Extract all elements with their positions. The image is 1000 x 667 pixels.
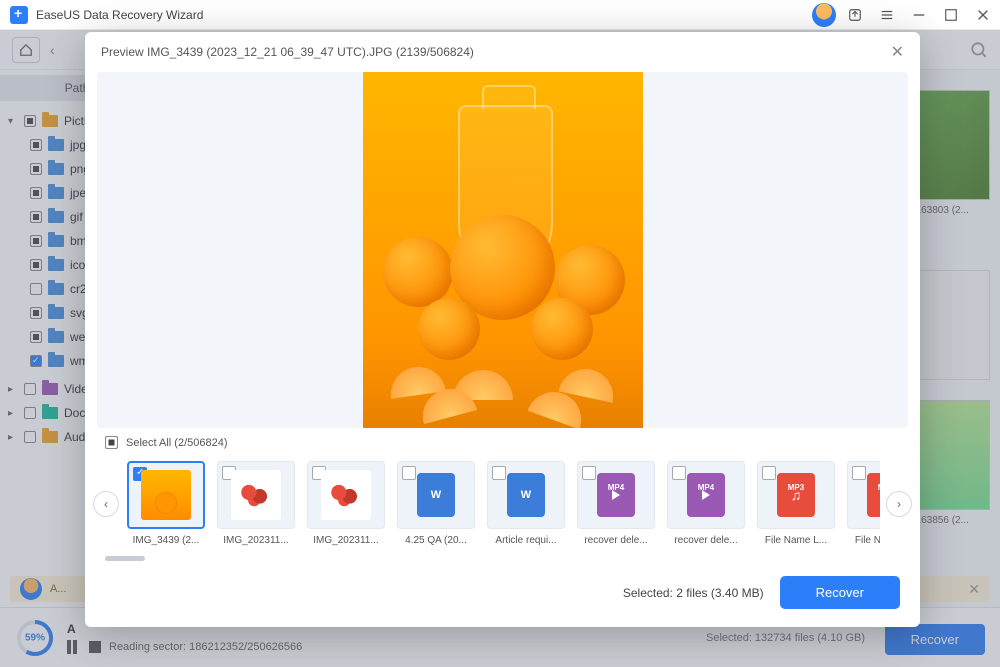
share-icon[interactable] — [848, 8, 862, 22]
modal-close-icon[interactable]: ✕ — [891, 42, 904, 62]
selected-count-label: Selected: 2 files (3.40 MB) — [623, 586, 764, 600]
titlebar: EaseUS Data Recovery Wizard — [0, 0, 1000, 30]
preview-canvas — [97, 72, 908, 428]
preview-thumb[interactable]: MP3♫ File Name L... — [847, 461, 880, 546]
preview-thumb[interactable]: W 4.25 QA (20... — [397, 461, 475, 546]
thumb-label: 4.25 QA (20... — [397, 535, 475, 546]
thumb-checkbox[interactable] — [852, 466, 866, 480]
preview-thumb[interactable]: IMG_3439 (2... — [127, 461, 205, 546]
preview-image — [363, 72, 643, 428]
preview-thumb[interactable]: W Article requi... — [487, 461, 565, 546]
recover-button[interactable]: Recover — [780, 576, 900, 609]
thumb-checkbox[interactable] — [492, 466, 506, 480]
minimize-icon[interactable] — [912, 8, 926, 22]
preview-title: Preview IMG_3439 (2023_12_21 06_39_47 UT… — [101, 45, 474, 59]
thumb-label: recover dele... — [577, 535, 655, 546]
thumb-checkbox[interactable] — [582, 466, 596, 480]
preview-thumb[interactable]: IMG_202311... — [217, 461, 295, 546]
app-logo-icon — [10, 6, 28, 24]
thumb-label: Article requi... — [487, 535, 565, 546]
preview-modal: Preview IMG_3439 (2023_12_21 06_39_47 UT… — [85, 32, 920, 627]
thumb-checkbox[interactable] — [402, 466, 416, 480]
preview-thumb[interactable]: MP4 recover dele... — [667, 461, 745, 546]
thumb-label: File Name L... — [847, 535, 880, 546]
thumb-checkbox[interactable] — [672, 466, 686, 480]
thumb-label: File Name L... — [757, 535, 835, 546]
thumb-label: IMG_202311... — [307, 535, 385, 546]
menu-icon[interactable] — [880, 8, 894, 22]
select-all-checkbox[interactable] — [105, 436, 118, 449]
thumb-label: IMG_202311... — [217, 535, 295, 546]
thumb-label: IMG_3439 (2... — [127, 535, 205, 546]
account-avatar-icon[interactable] — [812, 3, 836, 27]
maximize-icon[interactable] — [944, 8, 958, 22]
thumbs-prev-button[interactable]: ‹ — [93, 491, 119, 517]
thumb-checkbox[interactable] — [762, 466, 776, 480]
thumbs-next-button[interactable]: › — [886, 491, 912, 517]
preview-thumb[interactable]: MP4 recover dele... — [577, 461, 655, 546]
thumb-label: recover dele... — [667, 535, 745, 546]
preview-thumb[interactable]: MP3♫ File Name L... — [757, 461, 835, 546]
close-icon[interactable] — [976, 8, 990, 22]
app-title: EaseUS Data Recovery Wizard — [36, 8, 203, 22]
select-all-label: Select All (2/506824) — [126, 437, 228, 449]
preview-thumb[interactable]: IMG_202311... — [307, 461, 385, 546]
